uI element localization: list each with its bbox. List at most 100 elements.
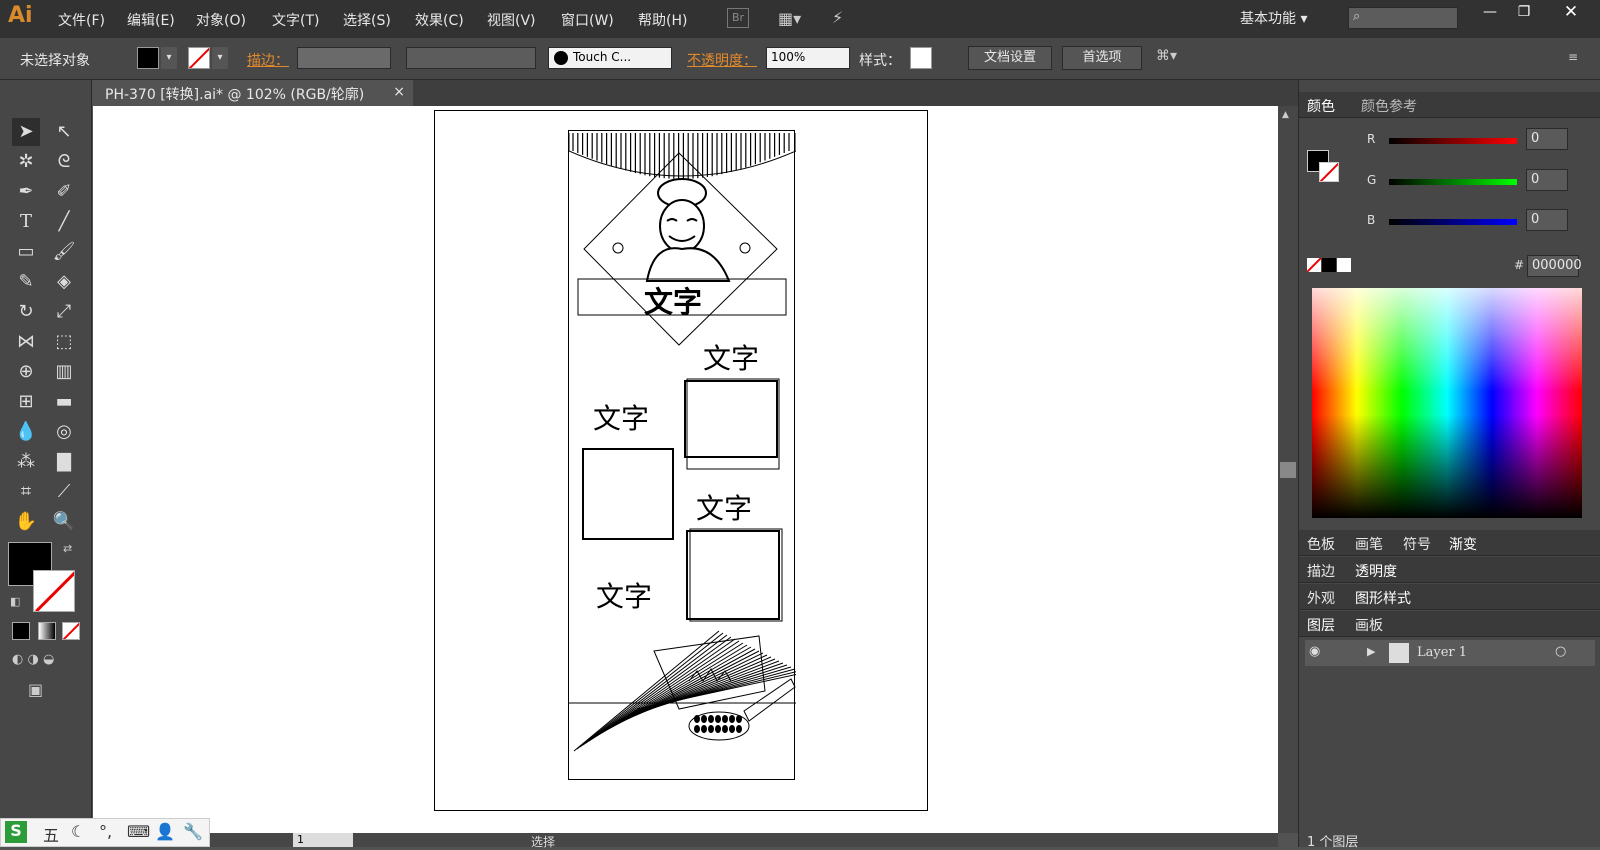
status-mode[interactable]: 选择 — [531, 833, 555, 850]
tab-gradient[interactable]: 渐变 — [1449, 534, 1477, 554]
stroke-weight-field[interactable] — [297, 47, 391, 69]
document-setup-button[interactable]: 文档设置 — [968, 46, 1052, 70]
menu-select[interactable]: 选择(S) — [343, 10, 391, 30]
gradient-mode-icon[interactable] — [38, 622, 56, 640]
ime-settings-icon[interactable]: 🔧 — [183, 822, 203, 841]
perspective-grid-tool-icon[interactable]: ▥ — [50, 358, 78, 386]
panel-stroke-swatch[interactable] — [1319, 162, 1339, 182]
column-graph-tool-icon[interactable]: ▇ — [50, 448, 78, 476]
stroke-color-box[interactable] — [33, 570, 75, 612]
menu-help[interactable]: 帮助(H) — [638, 10, 687, 30]
stroke-label[interactable]: 描边： — [247, 50, 289, 70]
close-window-icon[interactable]: ✕ — [1556, 2, 1586, 26]
eraser-tool-icon[interactable]: ◈ — [50, 268, 78, 296]
bridge-button[interactable]: Br — [727, 8, 749, 28]
stroke-dropdown-icon[interactable]: ▾ — [212, 47, 228, 69]
mesh-tool-icon[interactable]: ⊞ — [12, 388, 40, 416]
restore-icon[interactable]: ❐ — [1510, 4, 1538, 26]
variable-width-profile[interactable] — [406, 47, 536, 69]
menu-file[interactable]: 文件(F) — [58, 10, 105, 30]
zoom-tool-icon[interactable]: 🔍 — [50, 508, 78, 536]
hand-tool-icon[interactable]: ✋ — [12, 508, 40, 536]
free-transform-tool-icon[interactable]: ⬚ — [50, 328, 78, 356]
ime-mode[interactable]: 五 — [43, 822, 59, 846]
lasso-tool-icon[interactable]: ᘓ — [50, 148, 78, 176]
rectangle-tool-icon[interactable]: ▭ — [12, 238, 40, 266]
isolation-icon[interactable]: ⌘▾ — [1156, 48, 1192, 68]
black-swatch[interactable] — [1322, 258, 1336, 272]
selection-tool-icon[interactable]: ➤ — [12, 118, 40, 146]
minimize-icon[interactable]: — — [1476, 4, 1504, 26]
drawing-mode-icons[interactable]: ◐ ◑ ◒ — [12, 652, 80, 670]
menu-view[interactable]: 视图(V) — [487, 10, 536, 30]
type-tool-icon[interactable]: T — [12, 208, 40, 236]
gradient-tool-icon[interactable]: ▬ — [50, 388, 78, 416]
layer-name[interactable]: Layer 1 — [1417, 645, 1467, 660]
slice-tool-icon[interactable]: ⟋ — [50, 478, 78, 506]
workspace-switcher[interactable]: 基本功能 ▾ — [1240, 8, 1307, 28]
ime-toolbar[interactable]: S 五 ☾ °, ⌨ 👤 🔧 — [0, 818, 210, 847]
ime-punct-icon[interactable]: °, — [99, 822, 112, 841]
tab-layers[interactable]: 图层 — [1307, 615, 1335, 635]
panel-menu-icon[interactable]: ≡ — [1568, 50, 1588, 66]
vertical-scrollbar[interactable]: ▲ — [1278, 106, 1298, 833]
fill-swatch[interactable] — [137, 47, 159, 69]
none-swatch[interactable] — [1307, 258, 1321, 272]
tab-transparency[interactable]: 透明度 — [1355, 561, 1397, 581]
menu-object[interactable]: 对象(O) — [196, 10, 246, 30]
text-label-right-2[interactable]: 文字 — [696, 487, 752, 527]
tab-symbols[interactable]: 符号 — [1403, 534, 1431, 554]
pencil-tool-icon[interactable]: ✎ — [12, 268, 40, 296]
rotate-tool-icon[interactable]: ↻ — [12, 298, 40, 326]
banner-text[interactable]: 文字 — [644, 279, 702, 321]
tab-graphic-styles[interactable]: 图形样式 — [1355, 588, 1411, 608]
b-value-field[interactable]: 0 — [1526, 209, 1568, 231]
r-value-field[interactable]: 0 — [1526, 128, 1568, 150]
screen-mode-icon[interactable]: ▣ — [28, 680, 58, 700]
artboard-tool-icon[interactable]: ⌗ — [12, 478, 40, 506]
gpu-performance-icon[interactable]: ⚡ — [832, 8, 858, 28]
swap-fill-stroke-icon[interactable]: ⇄ — [63, 542, 77, 556]
ime-moon-icon[interactable]: ☾ — [71, 822, 85, 841]
tab-color-guide[interactable]: 颜色参考 — [1361, 96, 1417, 116]
tab-artboards[interactable]: 画板 — [1355, 615, 1383, 635]
tab-appearance[interactable]: 外观 — [1307, 588, 1335, 608]
shape-builder-tool-icon[interactable]: ⊕ — [12, 358, 40, 386]
tab-swatches[interactable]: 色板 — [1307, 534, 1335, 554]
stroke-swatch[interactable] — [188, 47, 210, 69]
eyedropper-tool-icon[interactable]: 💧 — [12, 418, 40, 446]
visibility-eye-icon[interactable]: ◉ — [1309, 644, 1320, 659]
menu-effect[interactable]: 效果(C) — [415, 10, 464, 30]
b-slider[interactable] — [1389, 219, 1517, 225]
close-tab-icon[interactable]: × — [393, 84, 405, 100]
target-icon[interactable]: ○ — [1555, 644, 1566, 659]
tab-stroke[interactable]: 描边 — [1307, 561, 1335, 581]
color-spectrum[interactable] — [1312, 288, 1582, 518]
scroll-thumb[interactable] — [1280, 462, 1296, 478]
default-colors-icon[interactable]: ◧ — [10, 595, 24, 609]
layer-row[interactable]: ◉ ▶ Layer 1 ○ — [1305, 640, 1595, 666]
g-slider[interactable] — [1389, 179, 1517, 185]
graphic-style-swatch[interactable] — [910, 47, 932, 69]
expand-arrow-icon[interactable]: ▶ — [1367, 645, 1375, 658]
brush-definition[interactable]: Touch C... — [548, 47, 672, 69]
preferences-button[interactable]: 首选项 — [1062, 46, 1142, 70]
symbol-sprayer-tool-icon[interactable]: ⁂ — [12, 448, 40, 476]
canvas[interactable]: 文字 文字 文字 文字 文字 — [93, 106, 1278, 833]
text-label-left-2[interactable]: 文字 — [596, 575, 652, 615]
page-field[interactable]: 1 — [293, 833, 353, 847]
hex-value-field[interactable]: 000000 — [1527, 255, 1582, 277]
g-value-field[interactable]: 0 — [1526, 169, 1568, 191]
line-segment-tool-icon[interactable]: ╱ — [50, 208, 78, 236]
menu-type[interactable]: 文字(T) — [272, 10, 319, 30]
r-slider[interactable] — [1389, 138, 1517, 144]
tab-brushes[interactable]: 画笔 — [1355, 534, 1383, 554]
magic-wand-tool-icon[interactable]: ✲ — [12, 148, 40, 176]
tab-color[interactable]: 颜色 — [1307, 96, 1335, 116]
blend-tool-icon[interactable]: ◎ — [50, 418, 78, 446]
scroll-up-icon[interactable]: ▲ — [1282, 110, 1294, 122]
none-mode-icon[interactable] — [62, 622, 80, 640]
fill-dropdown-icon[interactable]: ▾ — [161, 47, 177, 69]
pen-tool-icon[interactable]: ✒ — [12, 178, 40, 206]
color-mode-icon[interactable] — [12, 622, 30, 640]
